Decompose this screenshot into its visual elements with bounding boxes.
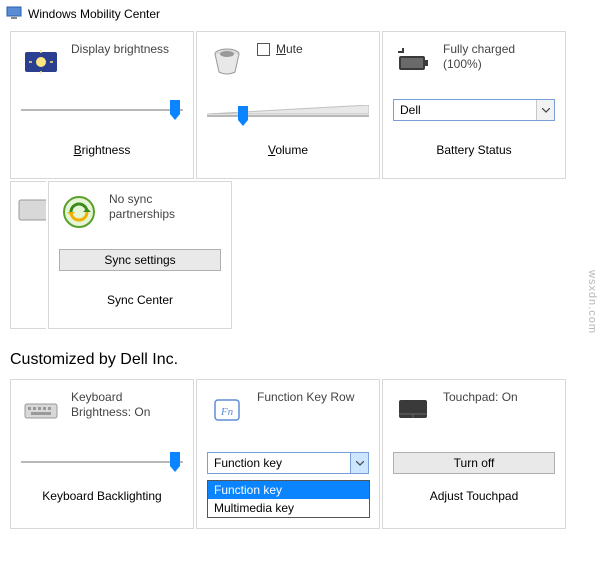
sync-icon xyxy=(59,192,99,232)
fnrow-combo[interactable]: Function key xyxy=(207,452,369,474)
sync-footer: Sync Center xyxy=(49,282,231,316)
tile-partial-overflow xyxy=(10,181,46,329)
volume-slider[interactable] xyxy=(207,98,369,122)
fnrow-label: Function Key Row xyxy=(257,390,354,405)
battery-label: Fully charged (100%) xyxy=(443,42,555,72)
chevron-down-icon[interactable] xyxy=(536,100,554,120)
brightness-icon xyxy=(21,42,61,82)
keyboard-icon xyxy=(21,390,61,430)
chevron-down-icon[interactable] xyxy=(350,453,368,473)
window-title: Windows Mobility Center xyxy=(28,7,160,21)
watermark: wsxdn.com xyxy=(586,270,598,334)
brightness-slider[interactable] xyxy=(21,98,183,122)
volume-footer: Volume xyxy=(197,132,379,166)
brightness-footer: Brightness xyxy=(11,132,193,166)
touchpad-icon xyxy=(393,390,433,430)
tile-display-brightness: Display brightness Brightness xyxy=(10,31,194,179)
fn-key-icon: Fn xyxy=(207,390,247,430)
app-icon xyxy=(6,4,22,23)
touchpad-footer: Adjust Touchpad xyxy=(383,478,565,512)
tile-battery: Fully charged (100%) Dell Battery Status xyxy=(382,31,566,179)
display-icon xyxy=(17,192,46,232)
tiles-primary: Display brightness Brightness Mute xyxy=(0,27,600,333)
power-plan-combo[interactable]: Dell xyxy=(393,99,555,121)
power-plan-value: Dell xyxy=(400,103,421,117)
sync-settings-button[interactable]: Sync settings xyxy=(59,249,221,271)
battery-icon xyxy=(393,42,433,82)
sync-label: No sync partnerships xyxy=(109,192,221,222)
fnrow-option-multimedia-key[interactable]: Multimedia key xyxy=(208,499,369,517)
tile-function-key-row: Fn Function Key Row Function key Functio… xyxy=(196,379,380,529)
keyboard-brightness-slider[interactable] xyxy=(21,450,183,474)
speaker-icon xyxy=(207,42,247,82)
battery-footer: Battery Status xyxy=(383,132,565,166)
tile-sync-center: No sync partnerships Sync settings Sync … xyxy=(48,181,232,329)
customized-header: Customized by Dell Inc. xyxy=(0,333,600,377)
svg-text:Fn: Fn xyxy=(220,406,234,418)
titlebar: Windows Mobility Center xyxy=(0,0,600,27)
touchpad-turnoff-button[interactable]: Turn off xyxy=(393,452,555,474)
brightness-label: Display brightness xyxy=(71,42,169,57)
tiles-customized: Keyboard Brightness: On Keyboard Backlig… xyxy=(0,377,600,533)
fnrow-option-function-key[interactable]: Function key xyxy=(208,481,369,499)
touchpad-label: Touchpad: On xyxy=(443,390,518,405)
tile-touchpad: Touchpad: On Turn off Adjust Touchpad xyxy=(382,379,566,529)
keyboard-label: Keyboard Brightness: On xyxy=(71,390,183,420)
tile-volume: Mute Volume xyxy=(196,31,380,179)
fnrow-combo-value: Function key xyxy=(214,456,282,470)
mute-checkbox[interactable]: Mute xyxy=(257,42,303,56)
fnrow-dropdown[interactable]: Function key Multimedia key xyxy=(207,480,370,518)
tile-keyboard-backlight: Keyboard Brightness: On Keyboard Backlig… xyxy=(10,379,194,529)
keyboard-footer: Keyboard Backlighting xyxy=(11,478,193,512)
